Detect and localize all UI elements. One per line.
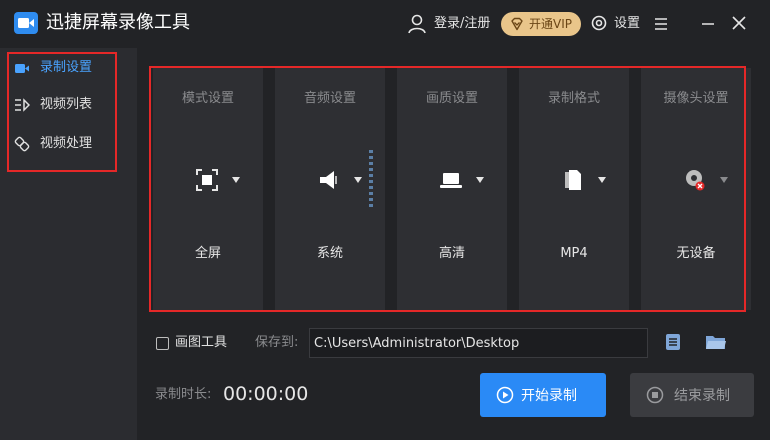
title-bar: 迅捷屏幕录像工具 登录/注册 开通VIP 设置 [0, 0, 770, 48]
stop-recording-button[interactable]: 结束录制 [630, 373, 754, 417]
start-recording-label: 开始录制 [521, 387, 577, 403]
vip-label: 开通VIP [529, 17, 572, 31]
folder-icon[interactable] [705, 332, 727, 352]
save-to-label: 保存到: [255, 335, 299, 350]
play-icon [496, 386, 514, 404]
duration-value: 00:00:00 [223, 383, 309, 405]
menu-icon[interactable] [653, 16, 669, 32]
stop-icon [646, 386, 664, 404]
app-logo-icon [14, 12, 38, 34]
settings-link[interactable]: 设置 [614, 14, 640, 34]
login-register-link[interactable]: 登录/注册 [434, 14, 490, 34]
duration-label: 录制时长: [155, 387, 212, 402]
stop-recording-label: 结束录制 [674, 387, 730, 403]
sidebar-highlight-box [7, 52, 117, 172]
vip-button[interactable]: 开通VIP [501, 12, 581, 36]
draw-tool-checkbox[interactable] [156, 337, 169, 350]
minimize-icon[interactable] [700, 14, 716, 34]
file-list-icon[interactable] [664, 333, 682, 351]
cards-highlight-box [149, 66, 746, 312]
draw-tool-label[interactable]: 画图工具 [175, 334, 227, 352]
start-recording-button[interactable]: 开始录制 [480, 373, 606, 417]
user-icon[interactable] [406, 13, 428, 35]
save-path-input[interactable] [309, 328, 648, 358]
app-title: 迅捷屏幕录像工具 [46, 12, 190, 33]
close-icon[interactable] [731, 15, 747, 31]
gear-icon[interactable] [590, 14, 608, 32]
diamond-icon [511, 17, 523, 31]
